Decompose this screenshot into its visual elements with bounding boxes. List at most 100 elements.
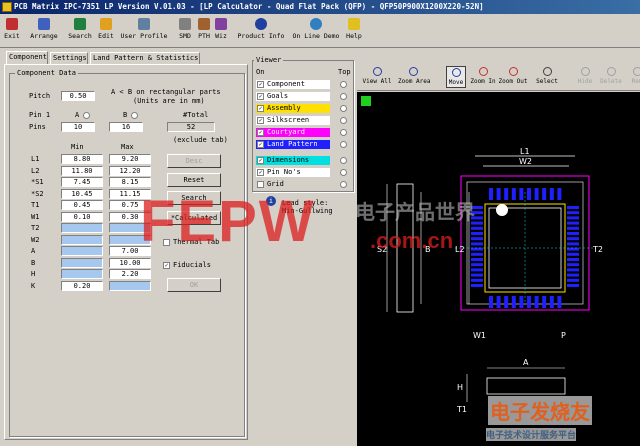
tool-icon — [542, 67, 552, 76]
layer-top-radio[interactable] — [340, 157, 347, 164]
layer-label: Goals — [267, 92, 289, 100]
dimension-min-input[interactable]: 10.45 — [61, 188, 103, 199]
a-label: A — [523, 358, 529, 367]
layer-top-radio[interactable] — [340, 81, 347, 88]
exit-button[interactable]: Exit — [2, 16, 22, 46]
fiducials-checkbox[interactable]: ✓ — [163, 262, 170, 269]
layer-checkbox[interactable]: ✓ — [257, 93, 264, 100]
pth-button[interactable]: PTH — [196, 16, 212, 46]
dimension-min-input[interactable] — [61, 246, 103, 256]
desc-button[interactable]: Desc — [167, 154, 221, 168]
dimension-max-input[interactable]: 12.20 — [109, 165, 151, 176]
land-pad — [567, 242, 579, 246]
land-pad — [471, 268, 483, 272]
layer-row[interactable]: ✓ Assembly — [256, 104, 330, 113]
dimension-min-input[interactable]: 7.45 — [61, 177, 103, 187]
viewer-tool-zoom-in[interactable]: Zoom In — [468, 66, 498, 88]
layer-checkbox[interactable]: ✓ — [257, 117, 264, 124]
wiz-button[interactable]: Wiz — [213, 16, 229, 46]
dimension-max-input[interactable]: 10.00 — [109, 257, 151, 268]
viewer-tool-zoom-area[interactable]: Zoom Area — [398, 66, 431, 88]
window-title: PCB Matrix IPC-7351 LP Version V.01.03 -… — [14, 2, 484, 11]
layer-row[interactable]: ✓ Dimensions — [256, 156, 330, 165]
pin1-a-label: A — [75, 111, 80, 119]
dimension-min-input[interactable]: 0.10 — [61, 211, 103, 222]
land-pad — [542, 188, 547, 200]
search-button[interactable]: Search — [66, 16, 94, 46]
min-column-header: Min — [71, 143, 84, 151]
viewer-tool-zoom-out[interactable]: Zoom Out — [498, 66, 528, 88]
layer-row[interactable]: ✓ Silkscreen — [256, 116, 330, 125]
dimension-min-input[interactable]: 8.80 — [61, 154, 103, 164]
land-pad — [471, 226, 483, 230]
dimension-min-input[interactable] — [61, 223, 103, 233]
online-demo-button[interactable]: On Line Demo — [289, 16, 343, 46]
exit-icon — [6, 18, 18, 30]
dimension-max-input[interactable]: 8.15 — [109, 177, 151, 187]
layer-top-radio[interactable] — [340, 93, 347, 100]
tool-icon — [478, 67, 488, 76]
dimension-min-input[interactable] — [61, 257, 103, 268]
dimension-min-input[interactable]: 0.45 — [61, 200, 103, 210]
dimension-min-input[interactable] — [61, 234, 103, 245]
pin1-marker — [496, 204, 508, 216]
layer-row[interactable]: ✓ Component — [256, 80, 330, 89]
smd-button[interactable]: SMD — [176, 16, 194, 46]
tool-icon — [606, 67, 616, 76]
layer-top-radio[interactable] — [340, 181, 347, 188]
layer-row[interactable]: ✓ Pin No's — [256, 168, 330, 177]
layer-checkbox[interactable] — [257, 181, 264, 188]
viewer-tool-select[interactable]: Select — [532, 66, 562, 88]
layer-top-radio[interactable] — [340, 117, 347, 124]
product-info-button[interactable]: Product Info — [236, 16, 286, 46]
dimension-min-input[interactable]: 0.20 — [61, 280, 103, 291]
tool-label: Zoom Area — [398, 78, 431, 85]
layer-checkbox[interactable]: ✓ — [257, 129, 264, 136]
layer-row[interactable]: ✓ Courtyard — [256, 128, 330, 137]
land-pad — [471, 237, 483, 241]
tab-component[interactable]: Component — [6, 51, 48, 64]
pins-b-input[interactable]: 16 — [109, 122, 143, 132]
bottom-logo-caption: 电子技术设计服务平台 — [486, 428, 577, 441]
layer-top-radio[interactable] — [340, 105, 347, 112]
origin-marker — [361, 96, 371, 106]
dimension-min-input[interactable] — [61, 269, 103, 279]
layer-top-radio[interactable] — [340, 129, 347, 136]
note-line-1: A < B on rectangular parts — [111, 88, 221, 96]
layer-checkbox[interactable]: ✓ — [257, 105, 264, 112]
viewer-tool-move[interactable]: Move — [446, 66, 466, 88]
pitch-input[interactable]: 0.50 — [61, 91, 95, 101]
pin1-b-radio[interactable] — [131, 112, 138, 119]
pins-a-input[interactable]: 10 — [61, 122, 95, 132]
arrange-button[interactable]: Arrange — [28, 16, 60, 46]
reset-button[interactable]: Reset — [167, 173, 221, 187]
layer-top-radio[interactable] — [340, 169, 347, 176]
layer-checkbox[interactable]: ✓ — [257, 157, 264, 164]
land-pad — [557, 188, 562, 200]
viewer-tool-rem[interactable]: Rem — [622, 66, 640, 88]
dimension-max-input[interactable]: 2.20 — [109, 269, 151, 279]
layer-checkbox[interactable]: ✓ — [257, 169, 264, 176]
ok-button[interactable]: OK — [167, 278, 221, 292]
tool-icon — [372, 67, 382, 76]
help-button[interactable]: Help — [345, 16, 363, 46]
layer-top-radio[interactable] — [340, 141, 347, 148]
w1-label: W1 — [473, 331, 486, 340]
layer-row[interactable]: ✓ Goals — [256, 92, 330, 101]
component-data-legend: Component Data — [15, 69, 79, 77]
tab-settings[interactable]: Settings — [50, 52, 88, 64]
dimension-max-input[interactable] — [109, 280, 151, 291]
layer-checkbox[interactable]: ✓ — [257, 81, 264, 88]
layer-checkbox[interactable]: ✓ — [257, 141, 264, 148]
user-profile-button[interactable]: User Profile — [118, 16, 170, 46]
tab-land-pattern-statistics[interactable]: Land Pattern & Statistics — [90, 52, 200, 64]
layer-row[interactable]: ✓ Land Pattern — [256, 140, 330, 149]
land-pad — [567, 206, 579, 209]
search-icon — [74, 18, 86, 30]
edit-button[interactable]: Edit — [96, 16, 116, 46]
pin1-a-radio[interactable] — [83, 112, 90, 119]
dimension-min-input[interactable]: 11.80 — [61, 165, 103, 176]
viewer-canvas[interactable]: L1 W2 L2 T2 S2 B W1 P A H T1 — [357, 92, 640, 446]
viewer-tool-view-all[interactable]: View All — [362, 66, 392, 88]
dimension-max-input[interactable]: 9.20 — [109, 154, 151, 164]
